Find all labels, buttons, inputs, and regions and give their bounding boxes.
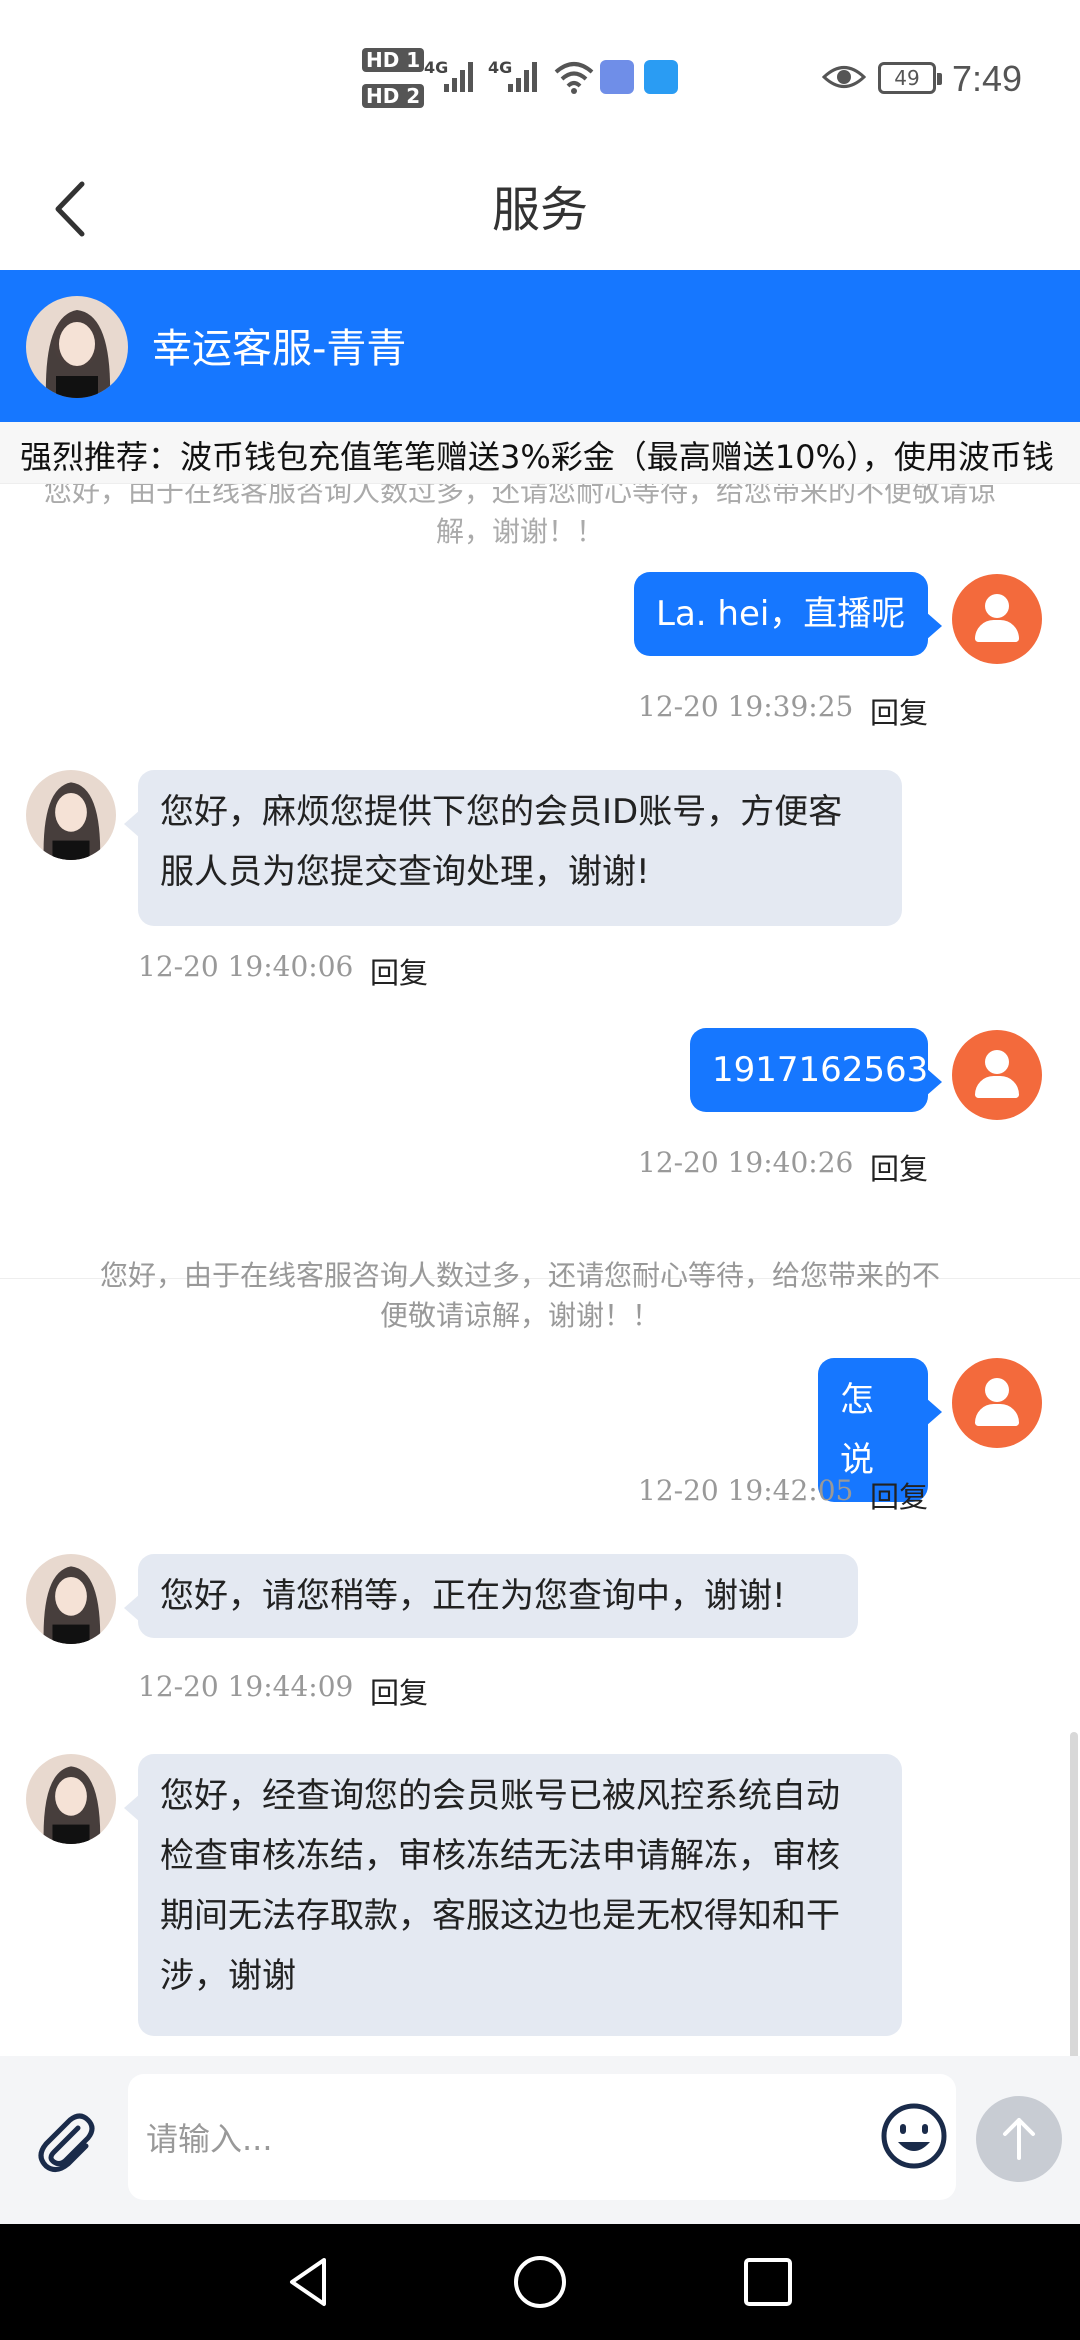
- input-bar: 请输入...: [0, 2056, 1080, 2224]
- reply-link[interactable]: 回复: [870, 690, 928, 732]
- reply-link[interactable]: 回复: [370, 1670, 428, 1712]
- agent-header: 幸运客服-青青: [0, 270, 1080, 422]
- system-notice-top: 您好，由于在线客服咨询人数过多，还请您耐心等待，给您带来的不便敬请谅解，谢谢！！: [43, 484, 996, 548]
- clock: 7:49: [952, 58, 1023, 99]
- nav-back-icon[interactable]: [280, 2252, 340, 2312]
- reply-link[interactable]: 回复: [370, 950, 428, 992]
- agent-message-avatar: [26, 1754, 116, 1844]
- agent-message-line: 您好，麻烦您提供下您的会员ID账号，方便客: [160, 792, 843, 832]
- message-timestamp: 12-20 19:40:06: [138, 950, 354, 983]
- agent-avatar: [26, 296, 128, 398]
- signal-icon-2: [508, 62, 537, 92]
- system-notice-line: 您好，由于在线客服咨询人数过多，还请您耐心等待，给您带来的不: [99, 1259, 940, 1292]
- nav-recents-icon[interactable]: [738, 2252, 798, 2312]
- reply-link[interactable]: 回复: [870, 1474, 928, 1516]
- agent-message-line: 您好，经查询您的会员账号已被风控系统自动: [160, 1776, 840, 1816]
- agent-message-line: 期间无法存取款，客服这边也是无权得知和干: [160, 1896, 840, 1936]
- system-notice-line: 便敬请谅解，谢谢！！: [379, 1299, 660, 1332]
- signal-icon: [444, 62, 473, 92]
- message-timestamp: 12-20 19:42:05: [638, 1474, 854, 1507]
- status-bar: HD 1 HD 2 4G 4G 49 7:49: [0, 0, 1080, 150]
- chat-scrollbar[interactable]: [1070, 1732, 1078, 2056]
- hd2-indicator: HD 2: [362, 84, 425, 108]
- agent-message-avatar: [26, 1554, 116, 1644]
- chat-area[interactable]: 您好，由于在线客服咨询人数过多，还请您耐心等待，给您带来的不便敬请谅解，谢谢！！…: [0, 484, 1080, 2056]
- weather-icon: [644, 60, 678, 94]
- agent-message-line: 服人员为您提交查询处理，谢谢!: [160, 852, 650, 892]
- wifi-icon: [554, 62, 594, 94]
- hd1-indicator: HD 1: [362, 48, 425, 72]
- agent-message-line: 涉，谢谢: [160, 1956, 296, 1996]
- nav-home-icon[interactable]: [510, 2252, 570, 2312]
- agent-message-bubble[interactable]: 您好，请您稍等，正在为您查询中，谢谢!: [124, 1554, 858, 1638]
- announcement-marquee: 强烈推荐：波币钱包充值笔笔赠送3%彩金（最高赠送10%），使用波币钱: [0, 422, 1080, 484]
- top-navigation: 服务: [0, 150, 1080, 270]
- agent-message-bubble[interactable]: 您好，经查询您的会员账号已被风控系统自动 检查审核冻结，审核冻结无法申请解冻，审…: [124, 1754, 902, 2036]
- send-button[interactable]: [976, 2096, 1062, 2182]
- message-timestamp: 12-20 19:44:09: [138, 1670, 354, 1703]
- agent-message-avatar: [26, 770, 116, 860]
- message-input[interactable]: 请输入...: [128, 2074, 956, 2200]
- message-timestamp: 12-20 19:40:26: [638, 1146, 854, 1179]
- user-message-bubble[interactable]: La. hei，直播呢: [634, 572, 942, 656]
- user-avatar: [952, 574, 1042, 664]
- message-input-placeholder: 请输入...: [146, 2120, 273, 2158]
- app-notification-icon: [600, 60, 634, 94]
- system-notice: 您好，由于在线客服咨询人数过多，还请您耐心等待，给您带来的不 便敬请谅解，谢谢！…: [40, 1256, 1000, 1336]
- eye-icon: [822, 66, 866, 88]
- agent-message-line: 检查审核冻结，审核冻结无法申请解冻，审核: [160, 1836, 840, 1876]
- page-title: 服务: [491, 182, 588, 238]
- user-message-bubble[interactable]: 1917162563: [690, 1028, 942, 1112]
- paperclip-icon[interactable]: [30, 2106, 100, 2176]
- emoji-icon[interactable]: [880, 2102, 948, 2170]
- message-timestamp: 12-20 19:39:25: [638, 690, 854, 723]
- user-avatar: [952, 1030, 1042, 1120]
- arrow-up-icon: [1003, 2118, 1035, 2160]
- agent-message-bubble[interactable]: 您好，麻烦您提供下您的会员ID账号，方便客 服人员为您提交查询处理，谢谢!: [124, 770, 902, 926]
- agent-name: 幸运客服-青青: [152, 326, 407, 372]
- user-avatar: [952, 1358, 1042, 1448]
- announcement-text: 强烈推荐：波币钱包充值笔笔赠送3%彩金（最高赠送10%），使用波币钱: [20, 438, 1054, 476]
- reply-link[interactable]: 回复: [870, 1146, 928, 1188]
- system-navigation-bar: [0, 2224, 1080, 2340]
- battery-indicator: 49: [878, 62, 942, 94]
